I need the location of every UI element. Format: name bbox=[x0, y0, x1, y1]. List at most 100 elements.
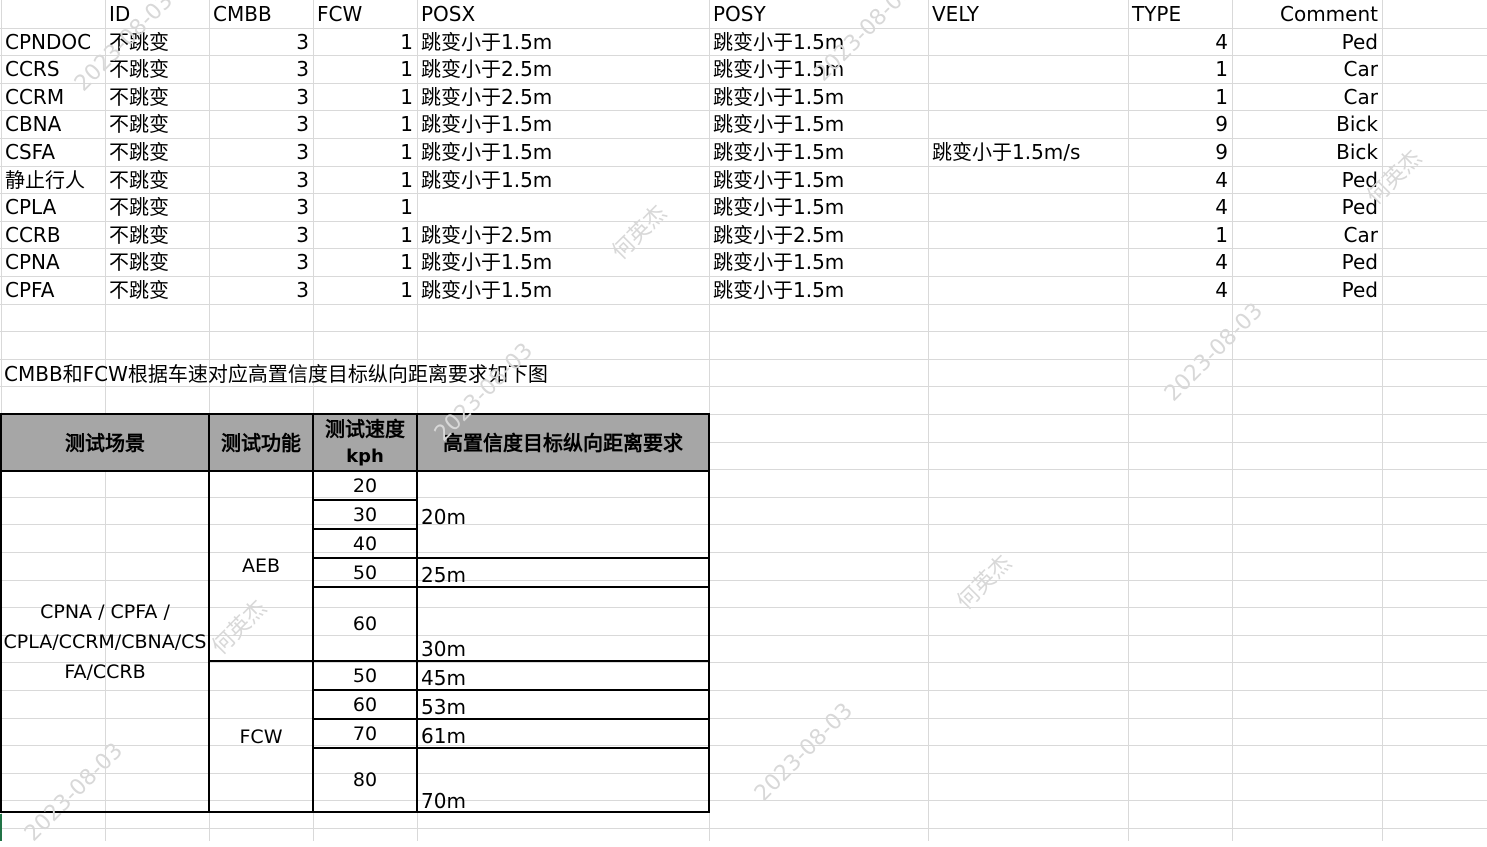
cell-comment[interactable]: Bick bbox=[1232, 111, 1382, 138]
speed-cell[interactable]: 70 bbox=[313, 719, 417, 748]
cell-name[interactable]: 静止行人 bbox=[1, 167, 105, 194]
cell-posy[interactable]: 跳变小于1.5m bbox=[709, 249, 928, 276]
header-distance-requirement[interactable]: 高置信度目标纵向距离要求 bbox=[417, 414, 709, 471]
cell-id[interactable]: 不跳变 bbox=[105, 84, 209, 111]
cell-cmbb[interactable]: 3 bbox=[209, 277, 313, 304]
column-header[interactable]: TYPE bbox=[1128, 1, 1232, 28]
cell-type[interactable]: 4 bbox=[1128, 249, 1232, 276]
cell-comment[interactable]: Car bbox=[1232, 56, 1382, 83]
cell-comment[interactable]: Ped bbox=[1232, 194, 1382, 221]
cell-comment[interactable]: Ped bbox=[1232, 277, 1382, 304]
cell-cmbb[interactable]: 3 bbox=[209, 194, 313, 221]
cell-type[interactable]: 9 bbox=[1128, 139, 1232, 166]
cell-posx[interactable]: 跳变小于2.5m bbox=[417, 84, 709, 111]
cell-id[interactable]: 不跳变 bbox=[105, 194, 209, 221]
cell-posx[interactable]: 跳变小于2.5m bbox=[417, 56, 709, 83]
cell-id[interactable]: 不跳变 bbox=[105, 29, 209, 56]
cell-vely[interactable] bbox=[928, 167, 1128, 194]
cell-type[interactable]: 4 bbox=[1128, 277, 1232, 304]
cell-comment[interactable]: Ped bbox=[1232, 167, 1382, 194]
column-header[interactable]: POSY bbox=[709, 1, 928, 28]
cell-vely[interactable] bbox=[928, 56, 1128, 83]
cell-cmbb[interactable]: 3 bbox=[209, 167, 313, 194]
distance-cell[interactable]: 45m bbox=[421, 664, 466, 692]
cell-posx[interactable]: 跳变小于1.5m bbox=[417, 111, 709, 138]
column-header[interactable]: ID bbox=[105, 1, 209, 28]
cell-cmbb[interactable]: 3 bbox=[209, 84, 313, 111]
cell-cmbb[interactable]: 3 bbox=[209, 56, 313, 83]
cell-type[interactable]: 9 bbox=[1128, 111, 1232, 138]
cell-posx[interactable]: 跳变小于1.5m bbox=[417, 249, 709, 276]
cell-fcw[interactable]: 1 bbox=[313, 111, 417, 138]
cell-fcw[interactable]: 1 bbox=[313, 277, 417, 304]
speed-cell[interactable]: 40 bbox=[313, 529, 417, 558]
cell-vely[interactable] bbox=[928, 194, 1128, 221]
cell-posy[interactable]: 跳变小于1.5m bbox=[709, 277, 928, 304]
cell-fcw[interactable]: 1 bbox=[313, 249, 417, 276]
cell-posx[interactable]: 跳变小于1.5m bbox=[417, 167, 709, 194]
cell-posy[interactable]: 跳变小于1.5m bbox=[709, 167, 928, 194]
cell-vely[interactable] bbox=[928, 249, 1128, 276]
cell-name[interactable]: CSFA bbox=[1, 139, 105, 166]
cell-vely[interactable] bbox=[928, 29, 1128, 56]
cell-comment[interactable]: Bick bbox=[1232, 139, 1382, 166]
cell-posy[interactable]: 跳变小于1.5m bbox=[709, 111, 928, 138]
cell-posx[interactable]: 跳变小于1.5m bbox=[417, 139, 709, 166]
distance-cell[interactable]: 30m bbox=[421, 635, 466, 663]
cell-name[interactable]: CCRB bbox=[1, 222, 105, 249]
cell-fcw[interactable]: 1 bbox=[313, 222, 417, 249]
cell-name[interactable]: CCRM bbox=[1, 84, 105, 111]
function-cell-aeb[interactable]: AEB bbox=[209, 471, 313, 661]
header-test-speed[interactable]: 测试速度 kph bbox=[313, 414, 417, 471]
cell-posy[interactable]: 跳变小于1.5m bbox=[709, 194, 928, 221]
cell-posx[interactable]: 跳变小于1.5m bbox=[417, 277, 709, 304]
cell-cmbb[interactable]: 3 bbox=[209, 249, 313, 276]
cell-id[interactable]: 不跳变 bbox=[105, 222, 209, 249]
cell-comment[interactable]: Ped bbox=[1232, 29, 1382, 56]
cell-type[interactable]: 4 bbox=[1128, 194, 1232, 221]
cell-posy[interactable]: 跳变小于1.5m bbox=[709, 29, 928, 56]
distance-cell[interactable]: 61m bbox=[421, 722, 466, 750]
cell-name[interactable]: CBNA bbox=[1, 111, 105, 138]
cell-posx[interactable]: 跳变小于2.5m bbox=[417, 222, 709, 249]
cell-cmbb[interactable]: 3 bbox=[209, 222, 313, 249]
cell-id[interactable]: 不跳变 bbox=[105, 167, 209, 194]
cell-fcw[interactable]: 1 bbox=[313, 139, 417, 166]
cell-type[interactable]: 1 bbox=[1128, 84, 1232, 111]
speed-cell[interactable]: 50 bbox=[313, 558, 417, 587]
cell-id[interactable]: 不跳变 bbox=[105, 56, 209, 83]
cell-name[interactable]: CCRS bbox=[1, 56, 105, 83]
speed-cell[interactable]: 60 bbox=[313, 587, 417, 661]
cell-name[interactable]: CPLA bbox=[1, 194, 105, 221]
cell-name[interactable]: CPNA bbox=[1, 249, 105, 276]
cell-cmbb[interactable]: 3 bbox=[209, 139, 313, 166]
cell-id[interactable]: 不跳变 bbox=[105, 111, 209, 138]
cell-posy[interactable]: 跳变小于2.5m bbox=[709, 222, 928, 249]
speed-cell[interactable]: 60 bbox=[313, 690, 417, 719]
cell-vely[interactable] bbox=[928, 222, 1128, 249]
cell-type[interactable]: 4 bbox=[1128, 29, 1232, 56]
header-test-function[interactable]: 测试功能 bbox=[209, 414, 313, 471]
cell-cmbb[interactable]: 3 bbox=[209, 111, 313, 138]
cell-comment[interactable]: Ped bbox=[1232, 249, 1382, 276]
cell-fcw[interactable]: 1 bbox=[313, 167, 417, 194]
cell-comment[interactable]: Car bbox=[1232, 222, 1382, 249]
distance-cell[interactable]: 53m bbox=[421, 693, 466, 721]
cell-name[interactable]: CPNDOC bbox=[1, 29, 105, 56]
speed-cell[interactable]: 20 bbox=[313, 471, 417, 500]
cell-type[interactable]: 1 bbox=[1128, 222, 1232, 249]
column-header[interactable]: Comment bbox=[1232, 1, 1382, 28]
cell-vely[interactable] bbox=[928, 111, 1128, 138]
cell-id[interactable]: 不跳变 bbox=[105, 139, 209, 166]
column-header[interactable]: POSX bbox=[417, 1, 709, 28]
speed-cell[interactable]: 30 bbox=[313, 500, 417, 529]
cell-fcw[interactable]: 1 bbox=[313, 29, 417, 56]
cell-posy[interactable]: 跳变小于1.5m bbox=[709, 139, 928, 166]
cell-posx[interactable]: 跳变小于1.5m bbox=[417, 29, 709, 56]
function-cell-fcw[interactable]: FCW bbox=[209, 661, 313, 812]
distance-cell[interactable]: 25m bbox=[421, 561, 466, 589]
column-header[interactable]: FCW bbox=[313, 1, 417, 28]
cell-vely[interactable] bbox=[928, 277, 1128, 304]
speed-cell[interactable]: 50 bbox=[313, 661, 417, 690]
header-test-scene[interactable]: 测试场景 bbox=[1, 414, 209, 471]
